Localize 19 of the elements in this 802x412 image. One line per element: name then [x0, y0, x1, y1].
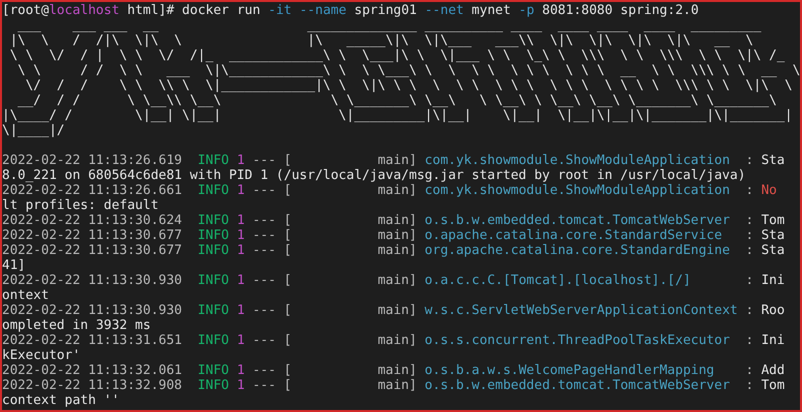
log-line: 2022-02-22 11:13:30.624 INFO 1 --- [ main] o.s.b.w.embedded.tomcat.TomcatWebServer : Tom [2, 213, 785, 228]
log-line: 2022-02-22 11:13:30.930 INFO 1 --- [ main] w.s.c.ServletWebServerApplicationContext : Roo [2, 303, 785, 318]
log-line: context path '' [2, 393, 120, 408]
log-line: 2022-02-22 11:13:30.930 INFO 1 --- [ main] o.a.c.c.C.[Tomcat].[localhost].[/] : Ini [2, 273, 785, 288]
log-line: 8.0_221 on 680564c6de81 with PID 1 (/usr/local/java/msg.jar started by root in /usr/local/java) [2, 168, 746, 183]
log-line: 2022-02-22 11:13:31.651 INFO 1 --- [ main] o.s.s.concurrent.ThreadPoolTaskExecutor : Ini [2, 333, 785, 348]
log-line: lt profiles: default [2, 198, 159, 213]
log-line: 41] [2, 258, 26, 273]
log-line: 2022-02-22 11:13:32.908 INFO 1 --- [ main] o.s.b.w.embedded.tomcat.TomcatWebServer : Tom [2, 378, 785, 393]
ascii-art-text: ___ ___ ___ __ ______________ __________ ____ ____ ____ ____ _________ |\ \ / /|\ \|\ \ |\ _____\|\ \|\___ ___\\ \|\ \|\ \|\ \|\ __ \ \ \ \/ / | \ \ \/ /|_ ____________\ \ \___|\ \ \|___ \ \ \_\ \ \\\ \ \ \\\ \ \ \|\ /_ \ \ / / \ \ ___ \|\____________\ \ \ \___\ \ \ \ \ \ \ \ \ \ \ __ \ \ \\\ \ \ __ \ \/ / / \ \ \\ \ \|____________|\ \ \|\ \ \ \ \ \ \ \ \ \ \ \ \ \ \ \ \\\ \ \ \|\ \ __/ / / \ \__\\ \__\ \ \_______\ \__\ \ \__\ \ \__\ \__\ \_______\ \_______\ |\____/ / \|__| \|__| \|_________|\|__| \|__| \|__|\|__|\|_______|\|_______| \|____|/ [2, 18, 800, 138]
log-line: 2022-02-22 11:13:32.061 INFO 1 --- [ main] o.s.b.a.w.s.WelcomePageHandlerMapping : Add [2, 363, 785, 378]
log-line: kExecutor' [2, 348, 80, 363]
log-line: 2022-02-22 11:13:26.619 INFO 1 --- [ main] com.yk.showmodule.ShowModuleApplication : Sta [2, 153, 785, 168]
command-line: [root@localhost html]# docker run -it --name spring01 --net mynet -p 8081:8080 spring:2.0 [2, 3, 699, 18]
log-line: ompleted in 3932 ms [2, 318, 151, 333]
log-line: ontext [2, 288, 49, 303]
log-line: 2022-02-22 11:13:30.677 INFO 1 --- [ main] o.apache.catalina.core.StandardService : Sta [2, 228, 785, 243]
log-line: 2022-02-22 11:13:30.677 INFO 1 --- [ main] org.apache.catalina.core.StandardEngine : Sta [2, 243, 785, 258]
log-line: 2022-02-22 11:13:26.661 INFO 1 --- [ main] com.yk.showmodule.ShowModuleApplication : No [2, 183, 777, 198]
